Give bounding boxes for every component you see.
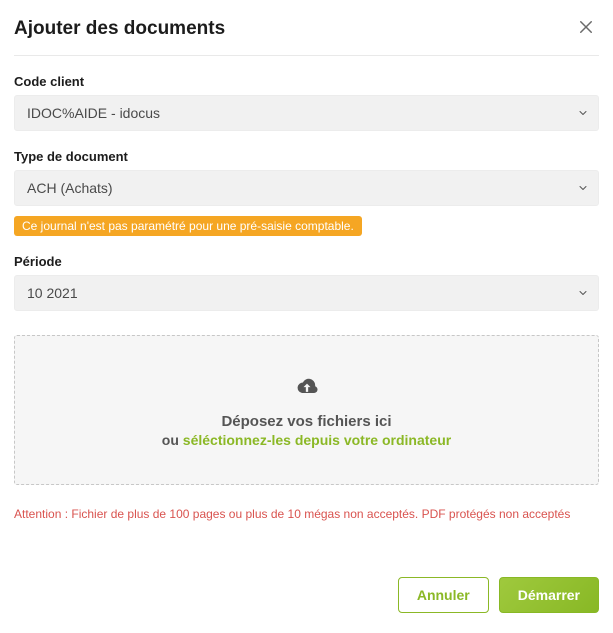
browse-files-link[interactable]: séléctionnez-les depuis votre ordinateur [183,432,451,448]
cancel-button[interactable]: Annuler [398,577,489,613]
close-icon [577,18,595,39]
journal-warning-badge: Ce journal n'est pas paramétré pour une … [14,216,362,236]
period-group: Période 10 2021 [14,254,599,311]
modal-title: Ajouter des documents [14,18,225,40]
period-select[interactable]: 10 2021 [14,275,599,311]
file-drop-zone[interactable]: Déposez vos fichiers ici ou séléctionnez… [14,335,599,485]
document-type-label: Type de document [14,149,599,164]
client-code-select-wrap: IDOC%AIDE - idocus [14,95,599,131]
file-restrictions-warning: Attention : Fichier de plus de 100 pages… [14,507,599,521]
period-label: Période [14,254,599,269]
add-documents-modal: Ajouter des documents Code client IDOC%A… [0,0,613,633]
client-code-label: Code client [14,74,599,89]
close-button[interactable] [573,14,599,43]
document-type-select-wrap: ACH (Achats) [14,170,599,206]
client-code-select[interactable]: IDOC%AIDE - idocus [14,95,599,131]
drop-title: Déposez vos fichiers ici [221,413,391,430]
document-type-group: Type de document ACH (Achats) Ce journal… [14,149,599,236]
cloud-upload-icon [293,372,321,405]
document-type-select[interactable]: ACH (Achats) [14,170,599,206]
client-code-group: Code client IDOC%AIDE - idocus [14,74,599,131]
drop-or: ou [162,432,179,448]
period-select-wrap: 10 2021 [14,275,599,311]
modal-header: Ajouter des documents [14,14,599,56]
modal-footer: Annuler Démarrer [14,577,599,613]
start-button[interactable]: Démarrer [499,577,599,613]
drop-subtitle: ou séléctionnez-les depuis votre ordinat… [162,432,451,448]
